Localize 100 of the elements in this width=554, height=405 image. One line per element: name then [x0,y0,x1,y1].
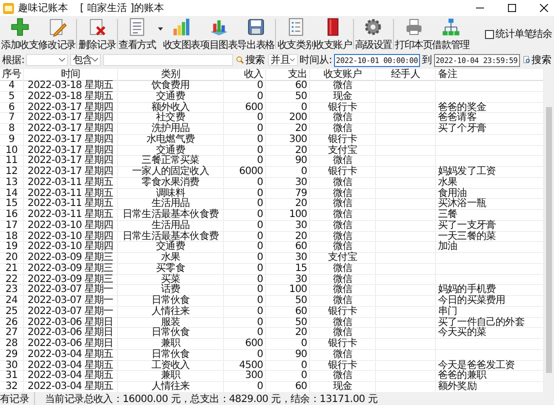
toolbar-button[interactable]: 查看方式 [118,17,163,51]
category-cell: 日常伙食 [118,328,224,339]
category-cell: 生活用品 [118,199,224,210]
toolbar-button[interactable]: 导出表格 [237,17,274,51]
row-number: 16 [0,210,24,220]
column-header[interactable]: 收入 [224,69,266,81]
income-cell: 0 [224,350,266,360]
row-number: 5 [0,92,24,102]
toolbar-button[interactable]: 收支类别 [277,17,315,51]
column-header[interactable]: 时间 [24,69,118,81]
category-cell: 工资收入 [118,360,224,371]
income-cell: 0 [224,124,266,134]
close-icon[interactable] [540,4,548,12]
income-cell: 0 [224,274,266,285]
income-cell: 600 [224,339,266,350]
category-cell: 三餐正常买菜 [118,156,224,167]
category-cell: 生活用品 [118,220,224,232]
date-cell: 2022-03-07 星期一 [24,306,118,318]
column-header[interactable]: 支出 [266,69,310,81]
row-number: 24 [0,296,24,306]
date-cell: 2022-03-07 星期一 [24,296,118,306]
row-number: 30 [0,360,24,371]
row-number: 27 [0,328,24,339]
date-cell: 2022-03-07 星期一 [24,285,118,296]
income-cell: 0 [224,232,266,242]
toolbar-button[interactable]: 删除记录 [78,17,116,51]
income-cell: 0 [224,328,266,339]
income-cell: 300 [224,371,266,382]
category-cell: 兼职 [118,339,224,350]
date-cell: 2022-03-04 星期五 [24,360,118,371]
expense-cell: 50 [266,92,310,102]
chevron-down-icon [58,58,65,62]
income-cell: 0 [224,199,266,210]
document-search-icon [522,56,531,64]
row-number: 29 [0,350,24,360]
search-button[interactable]: 搜索 [235,53,266,67]
toolbar-button[interactable]: 打印本页 [395,17,432,51]
income-cell: 0 [224,318,266,328]
category-cell: 洗护用品 [118,124,224,134]
income-cell: 0 [224,242,266,253]
expense-cell: 20 [266,328,310,339]
date-cell: 2022-03-11 星期五 [24,199,118,210]
date-cell: 2022-03-17 星期四 [24,113,118,124]
date-cell: 2022-03-11 星期五 [24,188,118,199]
income-cell: 0 [224,146,266,156]
income-cell: 0 [224,188,266,199]
income-cell: 0 [224,264,266,274]
row-number: 8 [0,124,24,134]
column-header[interactable]: 类别 [118,69,224,81]
date-cell: 2022-03-17 星期四 [24,156,118,167]
floppy-icon [246,17,266,37]
column-header[interactable]: 序号 [0,69,24,81]
category-cell: 水电燃气费 [118,134,224,146]
toolbar-button[interactable]: 添加收支 [1,17,38,51]
date-cell: 2022-03-06 星期日 [24,318,118,328]
row-number: 21 [0,264,24,274]
bar-chart-icon [171,17,192,37]
expense-cell: 60 [266,242,310,253]
toolbar-button[interactable]: 借款管理 [432,17,470,51]
expense-cell: 30 [266,274,310,285]
category-cell: 社交费 [118,113,224,124]
date-cell: 2022-03-10 星期四 [24,232,118,242]
account-cell: 微信 [310,188,376,199]
expense-cell: 100 [266,285,310,296]
logic-select[interactable]: 并且 [268,54,298,66]
maximize-icon[interactable] [508,4,516,12]
time-to-label: 到 [422,54,432,67]
date-cell: 2022-03-11 星期五 [24,178,118,188]
income-cell: 0 [224,285,266,296]
account-cell: 微信 [310,296,376,306]
book-title: [ 咱家生活 ]的账本 [80,2,164,15]
account-cell: 微信 [310,371,376,382]
toolbar-button[interactable]: 收支图表 [162,17,200,51]
column-header[interactable]: 经手人 [376,69,436,81]
column-header[interactable]: 收支账户 [310,69,376,81]
date-cell: 2022-03-18 星期五 [24,81,118,92]
status-scope: 有记录 [0,392,35,405]
account-cell: 微信 [310,199,376,210]
time-search-button[interactable]: 搜索 [522,53,552,67]
single-balance-checkbox[interactable]: 统计单笔结余 [484,27,552,41]
category-cell: 买菜 [118,274,224,285]
date-cell: 2022-03-04 星期五 [24,350,118,360]
toolbar-button[interactable]: 项目图表 [200,17,238,51]
field-select[interactable] [26,54,68,66]
income-cell: 600 [224,102,266,113]
account-cell: 支付宝 [310,253,376,264]
expense-cell: 0 [266,371,310,382]
chevron-down-icon [290,58,295,62]
row-number: 15 [0,199,24,210]
category-cell: 交通费 [118,92,224,102]
expense-cell: 15 [266,264,310,274]
filter-by-label: 根据: [2,54,24,67]
row-number: 10 [0,146,24,156]
toolbar-button[interactable]: 收支账户 [314,17,352,51]
income-cell: 0 [224,81,266,92]
match-select[interactable]: 包含 [70,54,102,66]
toolbar-button[interactable]: 修改记录 [38,17,76,51]
expense-cell: 0 [266,339,310,350]
keyword-field[interactable] [103,54,234,66]
toolbar-button[interactable]: 高级设置 [354,17,392,51]
